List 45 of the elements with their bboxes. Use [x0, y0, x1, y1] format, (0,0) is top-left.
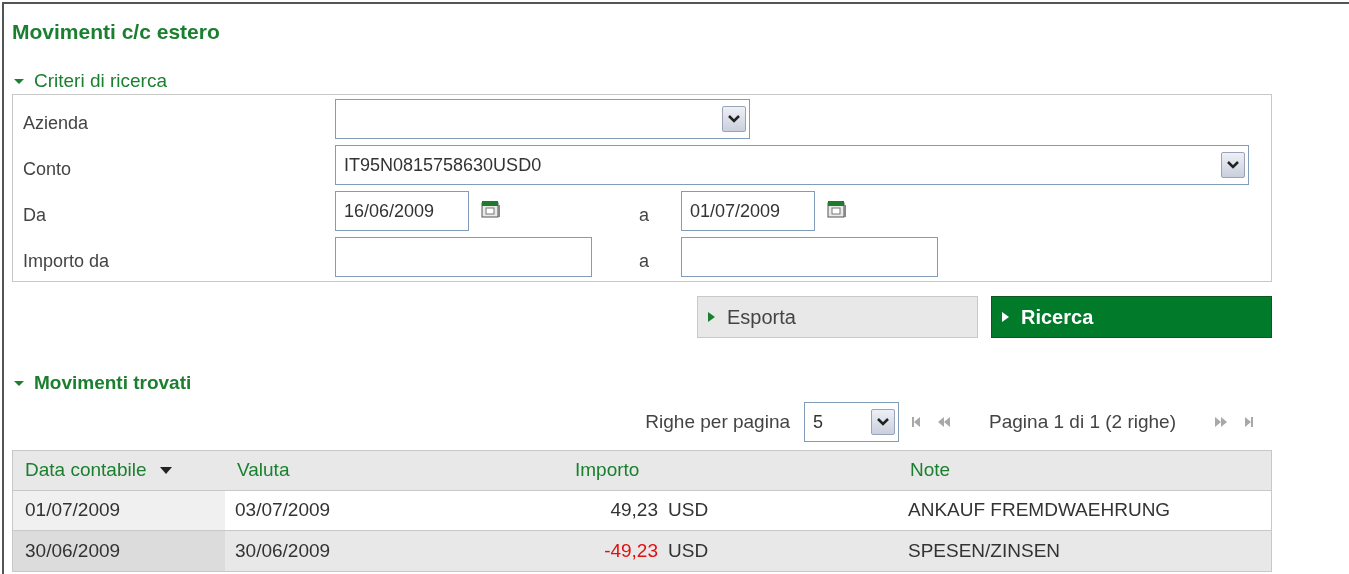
amount-field[interactable]: [681, 237, 938, 277]
section-header[interactable]: Movimenti trovati: [34, 372, 192, 394]
field-label: Azienda: [23, 111, 90, 135]
section-header[interactable]: Criteri di ricerca: [34, 70, 168, 92]
dropdown-button[interactable]: [722, 106, 746, 132]
currency-cell-text: USD: [668, 498, 709, 523]
chevron-down-icon: [728, 115, 740, 123]
dropdown-button[interactable]: [871, 409, 896, 435]
calendar-icon[interactable]: [827, 200, 847, 218]
column-header[interactable]: Note: [898, 451, 1271, 490]
field-label: Conto: [23, 157, 73, 181]
rows-per-page-label: Righe per pagina: [645, 409, 791, 434]
table-cell-text: SPESEN/ZINSEN: [907, 538, 1062, 563]
collapse-icon[interactable]: [14, 378, 24, 388]
collapse-icon[interactable]: [14, 76, 24, 86]
caret-icon: [708, 312, 715, 322]
page-status: Pagina 1 di 1 (2 righe): [989, 409, 1176, 434]
rows-per-page-select[interactable]: 5: [804, 402, 900, 442]
table-cell-text: 03/07/2009: [234, 498, 332, 523]
chevron-down-icon: [877, 418, 890, 426]
dropdown-button[interactable]: [1221, 152, 1245, 178]
column-header[interactable]: Importo: [563, 451, 898, 490]
date-field[interactable]: 01/07/2009: [681, 191, 815, 231]
column-header[interactable]: Data contabile: [13, 451, 225, 490]
chevron-down-icon: [1227, 161, 1239, 169]
table-cell-text: ANKAUF FREMDWAEHRUNG: [907, 498, 1172, 523]
calendar-icon[interactable]: [481, 200, 501, 218]
page-title: Movimenti c/c estero: [12, 19, 221, 45]
account-select[interactable]: IT95N0815758630USD0: [335, 145, 1249, 185]
field-label: a: [639, 203, 650, 227]
table-cell: 01/07/2009: [13, 491, 225, 530]
amount-cell-text: 49,23: [609, 498, 658, 523]
currency-cell-text: USD: [668, 538, 709, 563]
field-label: Importo da: [23, 249, 111, 273]
field-label: Da: [23, 203, 47, 227]
date-field[interactable]: 16/06/2009: [335, 191, 469, 231]
export-button[interactable]: Esporta: [697, 296, 978, 338]
amount-cell-text: -49,23: [603, 538, 658, 563]
amount-field[interactable]: [335, 237, 592, 277]
column-header[interactable]: Valuta: [225, 451, 563, 490]
search-button[interactable]: Ricerca: [991, 296, 1272, 338]
table-cell: 30/06/2009: [13, 531, 225, 571]
caret-icon: [1002, 312, 1009, 322]
field-label: a: [639, 249, 650, 273]
table-cell-text: 30/06/2009: [234, 538, 332, 563]
